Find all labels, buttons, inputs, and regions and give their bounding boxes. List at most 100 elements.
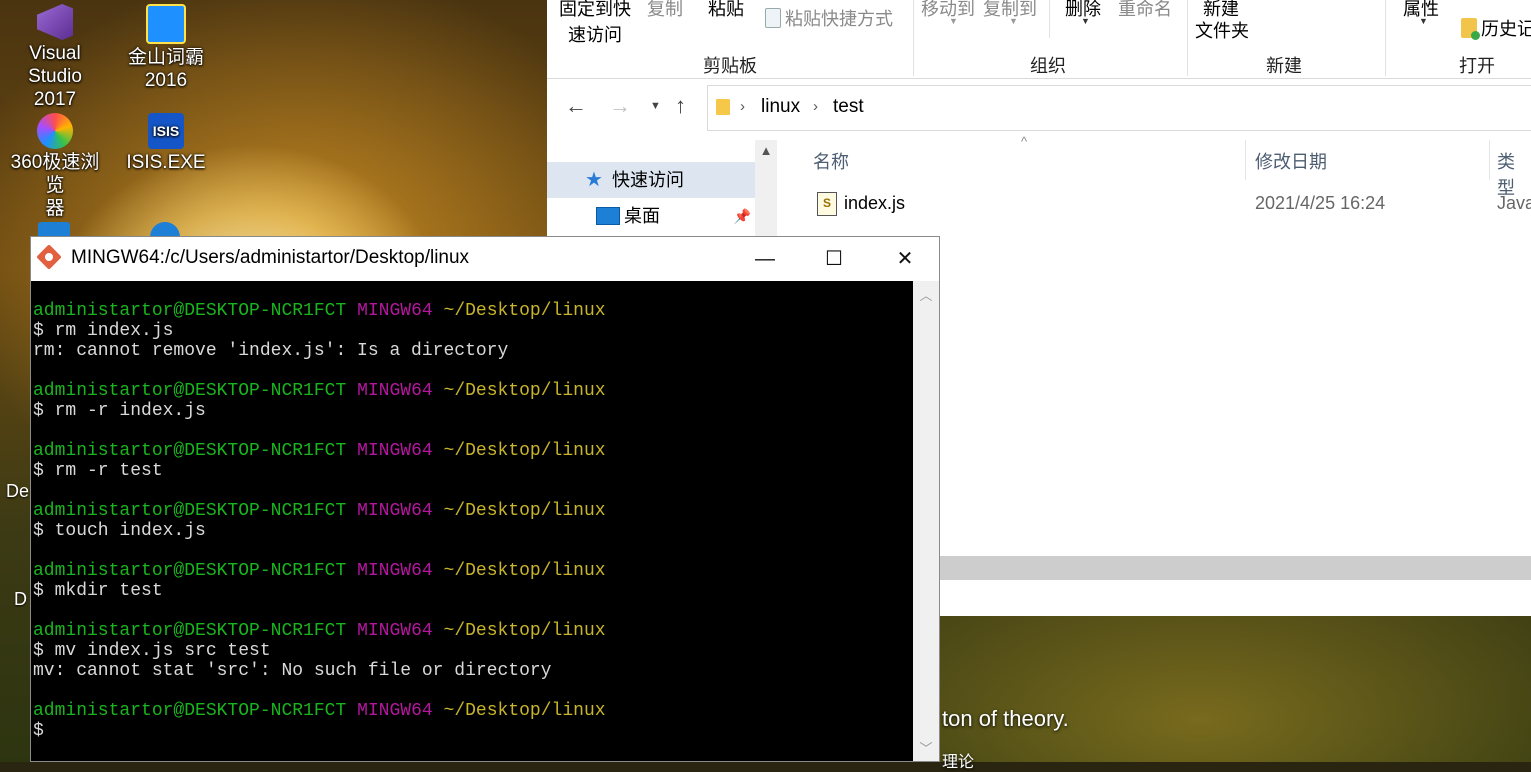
ribbon-divider <box>1049 0 1050 38</box>
ribbon-divider <box>1385 0 1386 76</box>
clipboard-group-label: 剪贴板 <box>703 56 757 76</box>
nav-item-quick-access[interactable]: ★ 快速访问 <box>547 162 755 198</box>
prompt-shell: MINGW64 <box>357 561 433 581</box>
prompt-user: administartor@DESKTOP-NCR1FCT <box>33 561 347 581</box>
prompt-shell: MINGW64 <box>357 501 433 521</box>
file-name: index.js <box>844 193 906 213</box>
chevron-down-icon: ▼ <box>949 16 958 26</box>
prompt-user: administartor@DESKTOP-NCR1FCT <box>33 381 347 401</box>
file-modified: 2021/4/25 16:24 <box>1255 193 1386 213</box>
prompt-shell: MINGW64 <box>357 441 433 461</box>
prompt-user: administartor@DESKTOP-NCR1FCT <box>33 621 347 641</box>
desktop-icon-label: ISIS.EXE <box>126 152 206 173</box>
prompt-line: administartor@DESKTOP-NCR1FCT MINGW64 ~/… <box>33 501 606 521</box>
desktop-icon-jinshan[interactable]: 金山词霸 2016 <box>116 4 216 92</box>
paste-shortcut-button[interactable]: 粘贴快捷方式 <box>765 5 893 31</box>
maximize-button[interactable]: ☐ <box>811 237 857 281</box>
prompt-user: administartor@DESKTOP-NCR1FCT <box>33 701 347 721</box>
window-title: MINGW64:/c/Users/administartor/Desktop/l… <box>71 247 470 268</box>
prompt-line: administartor@DESKTOP-NCR1FCT MINGW64 ~/… <box>33 381 606 401</box>
column-header-modified[interactable]: 修改日期 <box>1255 148 1327 174</box>
isis-icon: ISIS <box>148 113 184 149</box>
column-header-name[interactable]: 名称 <box>813 148 849 174</box>
desktop-icon-label: 360极速浏览 <box>10 152 100 196</box>
up-arrow-icon[interactable]: ↑ <box>675 93 686 119</box>
pin-to-quick-access-button[interactable]: 固定到快 速访问 <box>559 0 631 47</box>
jinshan-ciba-icon <box>146 4 186 44</box>
desktop-icon-label: 2016 <box>144 70 188 91</box>
command-line: $ rm -r test <box>33 461 163 481</box>
desktop-icon-label: 器 <box>45 198 65 219</box>
prompt-shell: MINGW64 <box>357 301 433 321</box>
rename-button[interactable]: 重命名 <box>1118 0 1172 21</box>
desktop-icon-label: Visual <box>29 43 81 64</box>
command-output: rm: cannot remove 'index.js': Is a direc… <box>33 341 509 361</box>
command-line: $ touch index.js <box>33 521 206 541</box>
command-output: mv: cannot stat 'src': No such file or d… <box>33 661 552 681</box>
prompt-path: ~/Desktop/linux <box>443 301 606 321</box>
close-button[interactable]: ✕ <box>882 237 928 281</box>
open-group-label: 打开 <box>1459 56 1495 76</box>
desktop-icon-visual-studio[interactable]: Visual Studio 2017 <box>5 4 105 111</box>
prompt-line: administartor@DESKTOP-NCR1FCT MINGW64 ~/… <box>33 301 606 321</box>
prompt-line: administartor@DESKTOP-NCR1FCT MINGW64 ~/… <box>33 561 606 581</box>
nav-item-desktop[interactable]: 桌面 📌 <box>547 198 755 234</box>
history-icon <box>1461 18 1480 40</box>
prompt-shell: MINGW64 <box>357 381 433 401</box>
chevron-right-icon[interactable]: › <box>813 98 818 115</box>
command-line: $ mv index.js src test <box>33 641 271 661</box>
prompt-shell: MINGW64 <box>357 621 433 641</box>
breadcrumb-test[interactable]: test <box>833 96 864 118</box>
address-path-box[interactable]: › linux › test <box>707 85 1531 131</box>
forward-arrow-icon[interactable]: → <box>609 93 631 119</box>
prompt-path: ~/Desktop/linux <box>443 701 606 721</box>
chevron-down-icon: ▼ <box>1419 16 1428 26</box>
desktop-icon-label: Studio 2017 <box>28 66 82 110</box>
prompt-user: administartor@DESKTOP-NCR1FCT <box>33 441 347 461</box>
paste-button[interactable]: 粘贴 <box>708 0 744 21</box>
scrollbar-thumb[interactable] <box>937 556 1531 580</box>
command-line: $ rm index.js <box>33 321 174 341</box>
desktop-partial-label: D <box>14 589 27 609</box>
terminal-titlebar[interactable]: MINGW64:/c/Users/administartor/Desktop/l… <box>31 237 939 281</box>
copy-button[interactable]: 复制 <box>647 0 683 21</box>
chevron-right-icon[interactable]: › <box>740 98 745 115</box>
breadcrumb-linux[interactable]: linux <box>761 96 800 118</box>
file-type: Java <box>1497 193 1531 213</box>
new-folder-button[interactable]: 文件夹 <box>1195 17 1249 43</box>
mingw-terminal-window: MINGW64:/c/Users/administartor/Desktop/l… <box>30 236 940 762</box>
prompt-line: administartor@DESKTOP-NCR1FCT MINGW64 ~/… <box>33 621 606 641</box>
prompt-path: ~/Desktop/linux <box>443 621 606 641</box>
command-line: $ rm -r index.js <box>33 401 206 421</box>
desktop-partial-label: De <box>6 481 30 501</box>
history-button[interactable]: 历史记 <box>1461 15 1531 41</box>
scroll-up-icon[interactable]: ▲ <box>755 140 777 162</box>
back-arrow-icon[interactable]: ← <box>565 93 587 119</box>
desktop-icon-360-browser[interactable]: 360极速浏览 器 <box>5 113 105 220</box>
ribbon-divider <box>913 0 914 76</box>
recent-locations-chevron-icon[interactable]: ▼ <box>650 100 661 112</box>
command-line: $ <box>33 721 44 741</box>
javascript-file-icon: S <box>817 192 837 216</box>
terminal-scrollbar[interactable]: ︿ ﹀ <box>913 281 939 761</box>
terminal-output[interactable]: administartor@DESKTOP-NCR1FCT MINGW64 ~/… <box>31 281 913 761</box>
360-browser-icon <box>37 113 73 149</box>
prompt-path: ~/Desktop/linux <box>443 561 606 581</box>
wallpaper-caption: 理论 <box>942 754 975 771</box>
new-group-label: 新建 <box>1266 56 1302 76</box>
ribbon-divider <box>1187 0 1188 76</box>
scroll-down-icon[interactable]: ﹀ <box>913 738 939 757</box>
scroll-up-icon[interactable]: ︿ <box>913 285 939 304</box>
column-divider[interactable] <box>1245 140 1246 180</box>
move-to-button[interactable]: 移动到 <box>921 0 975 21</box>
command-line: $ mkdir test <box>33 581 163 601</box>
prompt-path: ~/Desktop/linux <box>443 501 606 521</box>
column-divider[interactable] <box>1489 140 1490 180</box>
desktop-icon-isis[interactable]: ISIS ISIS.EXE <box>116 113 216 174</box>
minimize-button[interactable]: — <box>742 237 788 281</box>
git-bash-icon <box>36 244 62 270</box>
prompt-shell: MINGW64 <box>357 701 433 721</box>
prompt-line: administartor@DESKTOP-NCR1FCT MINGW64 ~/… <box>33 441 606 461</box>
prompt-line: administartor@DESKTOP-NCR1FCT MINGW64 ~/… <box>33 701 606 721</box>
folder-icon <box>716 99 730 115</box>
